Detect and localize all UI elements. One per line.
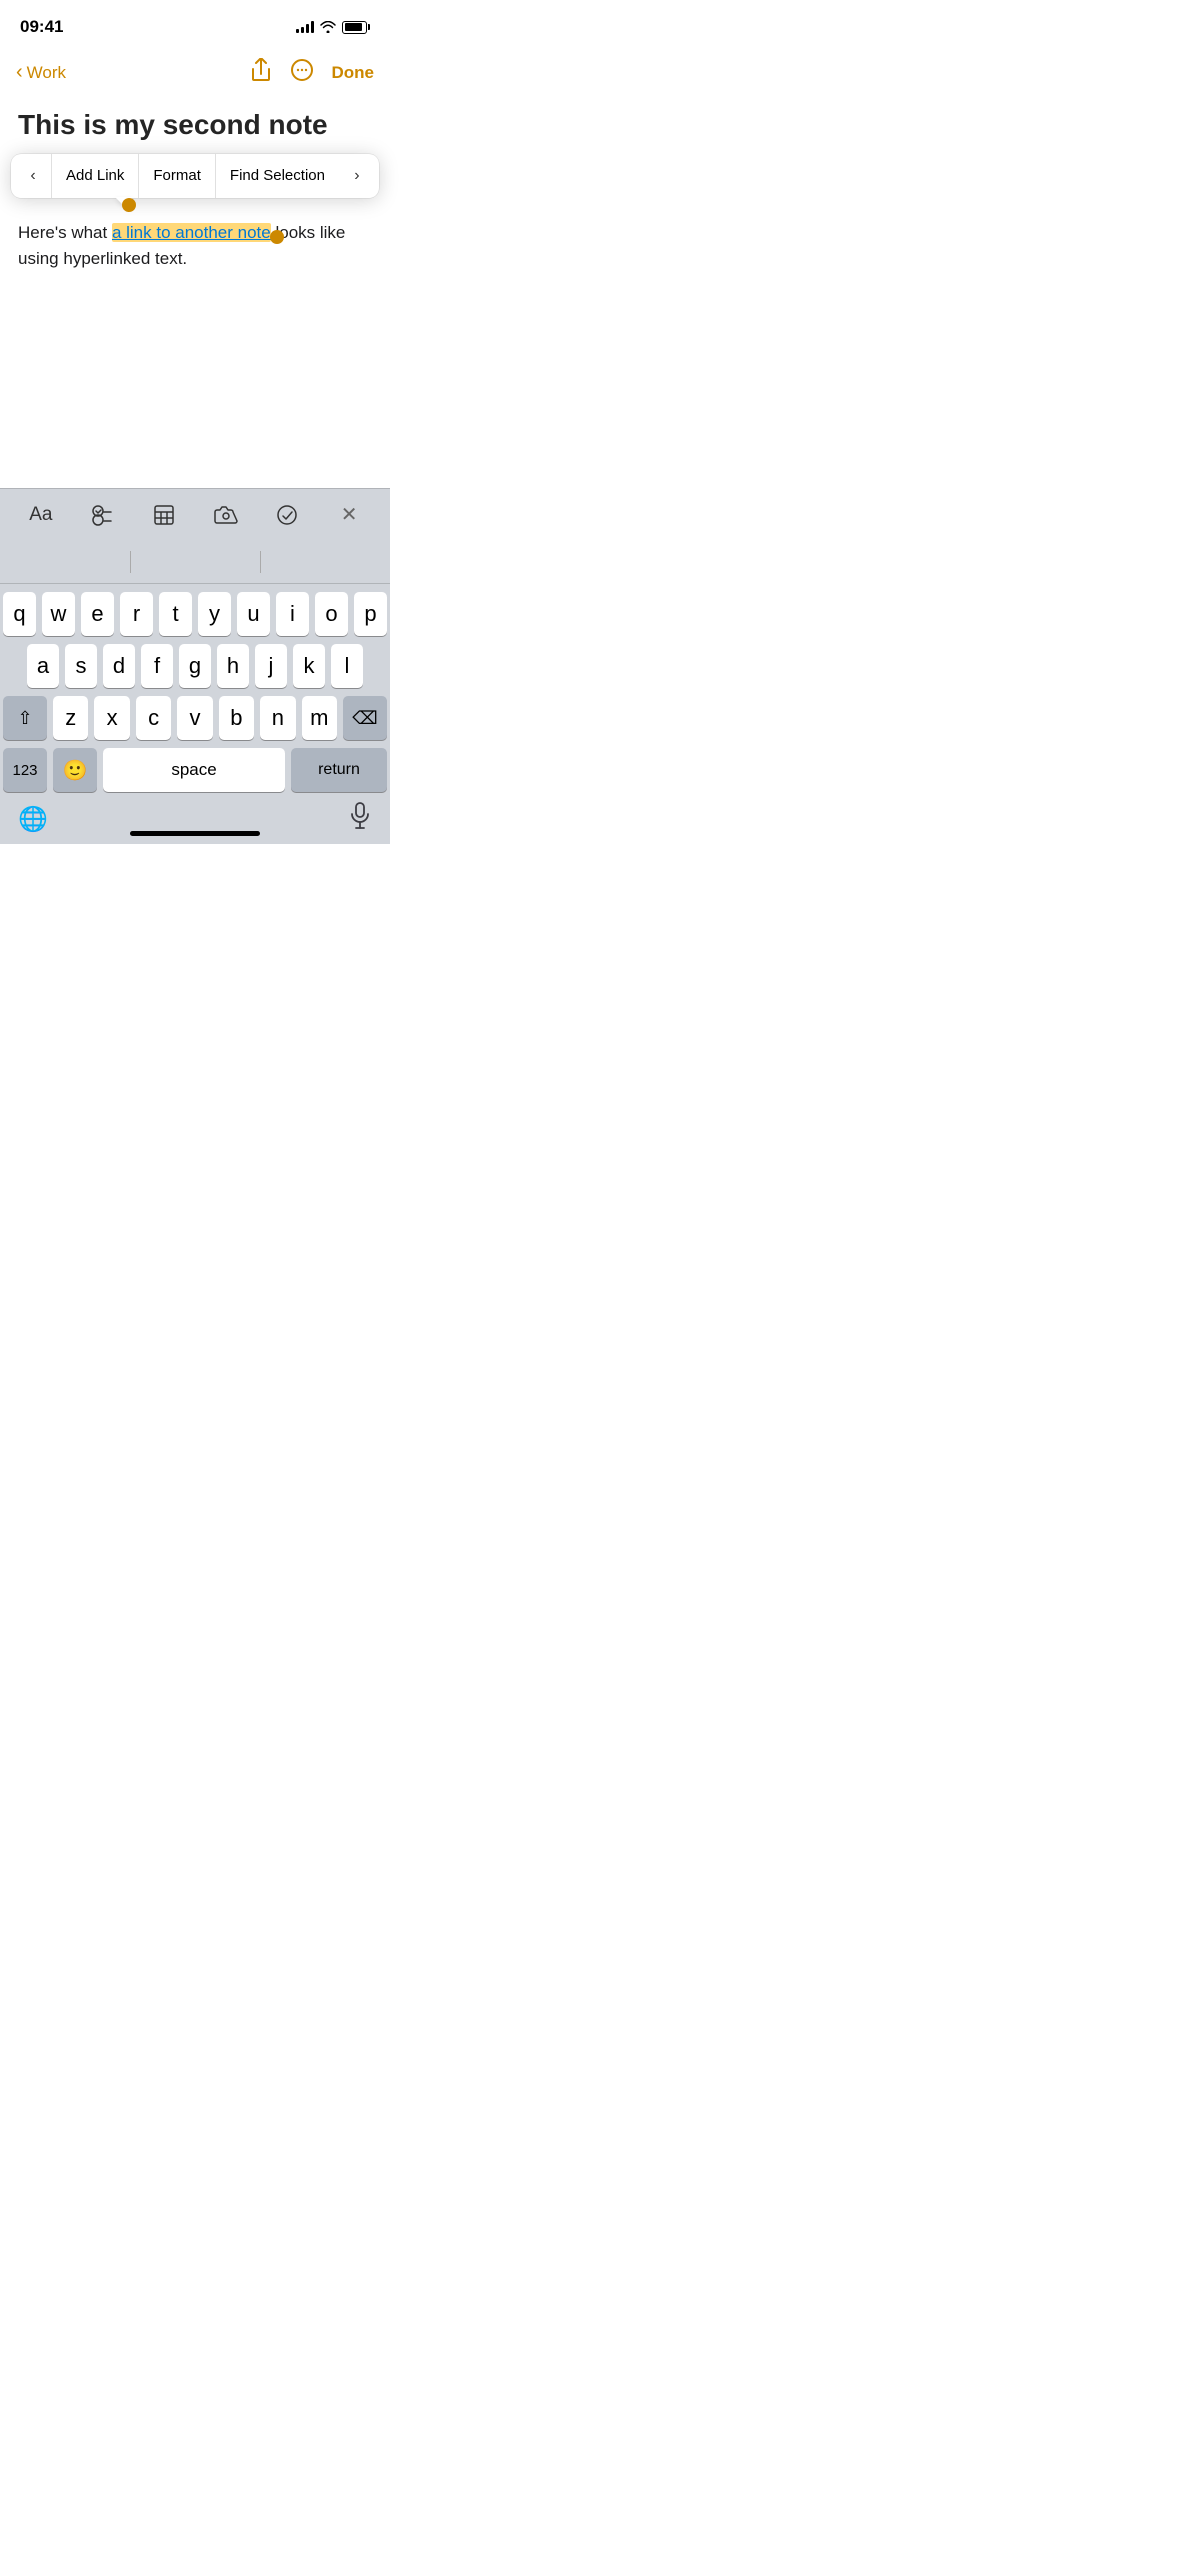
key-t[interactable]: t: [159, 592, 192, 636]
keyboard-suggestions: [0, 540, 390, 584]
done-button[interactable]: Done: [332, 63, 375, 83]
key-g[interactable]: g: [179, 644, 211, 688]
key-w[interactable]: w: [42, 592, 75, 636]
nav-bar: ‹ Work Done: [0, 50, 390, 100]
note-title: This is my second note: [0, 100, 390, 142]
back-button[interactable]: ‹ Work: [16, 62, 66, 84]
key-v[interactable]: v: [177, 696, 212, 740]
key-h[interactable]: h: [217, 644, 249, 688]
keyboard: q w e r t y u i o p a s d f g h j k l ⇧ …: [0, 540, 390, 844]
key-o[interactable]: o: [315, 592, 348, 636]
status-bar: 09:41: [0, 0, 390, 50]
key-a[interactable]: a: [27, 644, 59, 688]
key-i[interactable]: i: [276, 592, 309, 636]
shift-key[interactable]: ⇧: [3, 696, 47, 740]
key-p[interactable]: p: [354, 592, 387, 636]
keyboard-row-3: ⇧ z x c v b n m ⌫: [0, 688, 390, 740]
text-before-link: Here's what: [18, 223, 112, 242]
space-key[interactable]: space: [103, 748, 285, 792]
key-m[interactable]: m: [302, 696, 337, 740]
key-e[interactable]: e: [81, 592, 114, 636]
key-k[interactable]: k: [293, 644, 325, 688]
delete-key[interactable]: ⌫: [343, 696, 387, 740]
key-u[interactable]: u: [237, 592, 270, 636]
formatting-toolbar: Aa ✕: [0, 488, 390, 540]
font-format-button[interactable]: Aa: [19, 493, 63, 537]
key-q[interactable]: q: [3, 592, 36, 636]
key-z[interactable]: z: [53, 696, 88, 740]
key-d[interactable]: d: [103, 644, 135, 688]
camera-button[interactable]: [204, 493, 248, 537]
key-r[interactable]: r: [120, 592, 153, 636]
marker-button[interactable]: [265, 493, 309, 537]
context-menu: ‹ Add Link Format Find Selection ›: [0, 154, 390, 198]
menu-prev-button[interactable]: ‹: [15, 154, 51, 198]
status-icons: [296, 21, 370, 34]
context-menu-container: ‹ Add Link Format Find Selection ›: [11, 154, 379, 198]
key-j[interactable]: j: [255, 644, 287, 688]
selection-handle-end: [270, 230, 284, 244]
suggestion-divider-2: [260, 551, 261, 573]
note-paragraph: Here's what a link to another note looks…: [18, 220, 372, 273]
key-s[interactable]: s: [65, 644, 97, 688]
keyboard-bottom-bar: 🌐: [0, 792, 390, 851]
key-f[interactable]: f: [141, 644, 173, 688]
nav-actions: Done: [250, 58, 375, 88]
add-link-menu-item[interactable]: Add Link: [51, 154, 138, 198]
key-y[interactable]: y: [198, 592, 231, 636]
share-icon[interactable]: [250, 58, 272, 88]
suggestion-divider-1: [130, 551, 131, 573]
mic-icon[interactable]: [348, 802, 372, 837]
keyboard-row-4: 123 🙂 space return: [0, 740, 390, 792]
globe-icon[interactable]: 🌐: [18, 805, 48, 834]
close-toolbar-button[interactable]: ✕: [327, 493, 371, 537]
wifi-icon: [320, 21, 336, 33]
key-n[interactable]: n: [260, 696, 295, 740]
checklist-button[interactable]: [80, 493, 124, 537]
note-title-text: This is my second note: [18, 109, 328, 140]
key-b[interactable]: b: [219, 696, 254, 740]
chevron-left-icon: ‹: [16, 61, 23, 84]
numbers-key[interactable]: 123: [3, 748, 47, 792]
keyboard-row-1: q w e r t y u i o p: [0, 584, 390, 636]
selection-handle-start: [122, 198, 136, 212]
key-c[interactable]: c: [136, 696, 171, 740]
back-label: Work: [27, 63, 66, 83]
note-body: Here's what a link to another note looks…: [0, 198, 390, 273]
table-button[interactable]: [142, 493, 186, 537]
menu-next-button[interactable]: ›: [339, 154, 375, 198]
battery-icon: [342, 21, 370, 34]
emoji-key[interactable]: 🙂: [53, 748, 97, 792]
key-x[interactable]: x: [94, 696, 129, 740]
key-l[interactable]: l: [331, 644, 363, 688]
home-indicator: [130, 831, 260, 836]
more-icon[interactable]: [290, 58, 314, 88]
format-menu-item[interactable]: Format: [138, 154, 215, 198]
return-key[interactable]: return: [291, 748, 387, 792]
signal-icon: [296, 21, 314, 33]
find-selection-menu-item[interactable]: Find Selection: [215, 154, 339, 198]
link-highlighted: a link to another note: [112, 223, 271, 242]
status-time: 09:41: [20, 17, 63, 37]
keyboard-row-2: a s d f g h j k l: [0, 636, 390, 688]
